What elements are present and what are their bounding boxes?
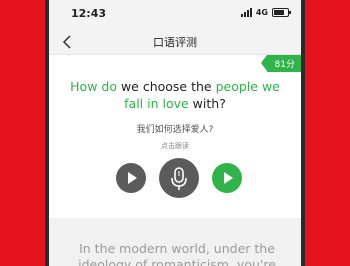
tap-hint: 点击跟读 [161,142,189,150]
score-badge: 81分 [260,55,301,72]
sentence-part: we choose the [116,79,216,94]
app-screen: 12:43 4G 口语评测 81分 How do we choose the p… [49,0,301,266]
paragraph-text: In the modern world, under the ideology … [78,241,276,266]
record-button[interactable] [159,158,199,198]
battery-icon [272,8,291,17]
practice-sentence: How do we choose the people we fall in l… [59,78,291,112]
network-type: 4G [255,8,268,17]
status-indicators: 4G [240,8,291,17]
phone-frame: 12:43 4G 口语评测 81分 How do we choose the p… [45,0,305,266]
signal-icon [240,8,252,17]
sentence-translation: 我们如何选择爱人? [136,125,214,135]
sentence-part: with? [188,96,226,111]
paragraph-section: In the modern world, under the ideology … [49,218,301,266]
page-title: 口语评测 [153,36,197,49]
nav-bar: 口语评测 [49,28,301,55]
status-time: 12:43 [71,7,107,20]
play-recording-button[interactable] [212,163,242,193]
play-icon [128,172,137,184]
sentence-part: How do [70,79,117,94]
status-bar: 12:43 4G [49,0,301,28]
microphone-icon [171,167,187,190]
play-original-button[interactable] [116,163,146,193]
play-icon [224,172,233,184]
